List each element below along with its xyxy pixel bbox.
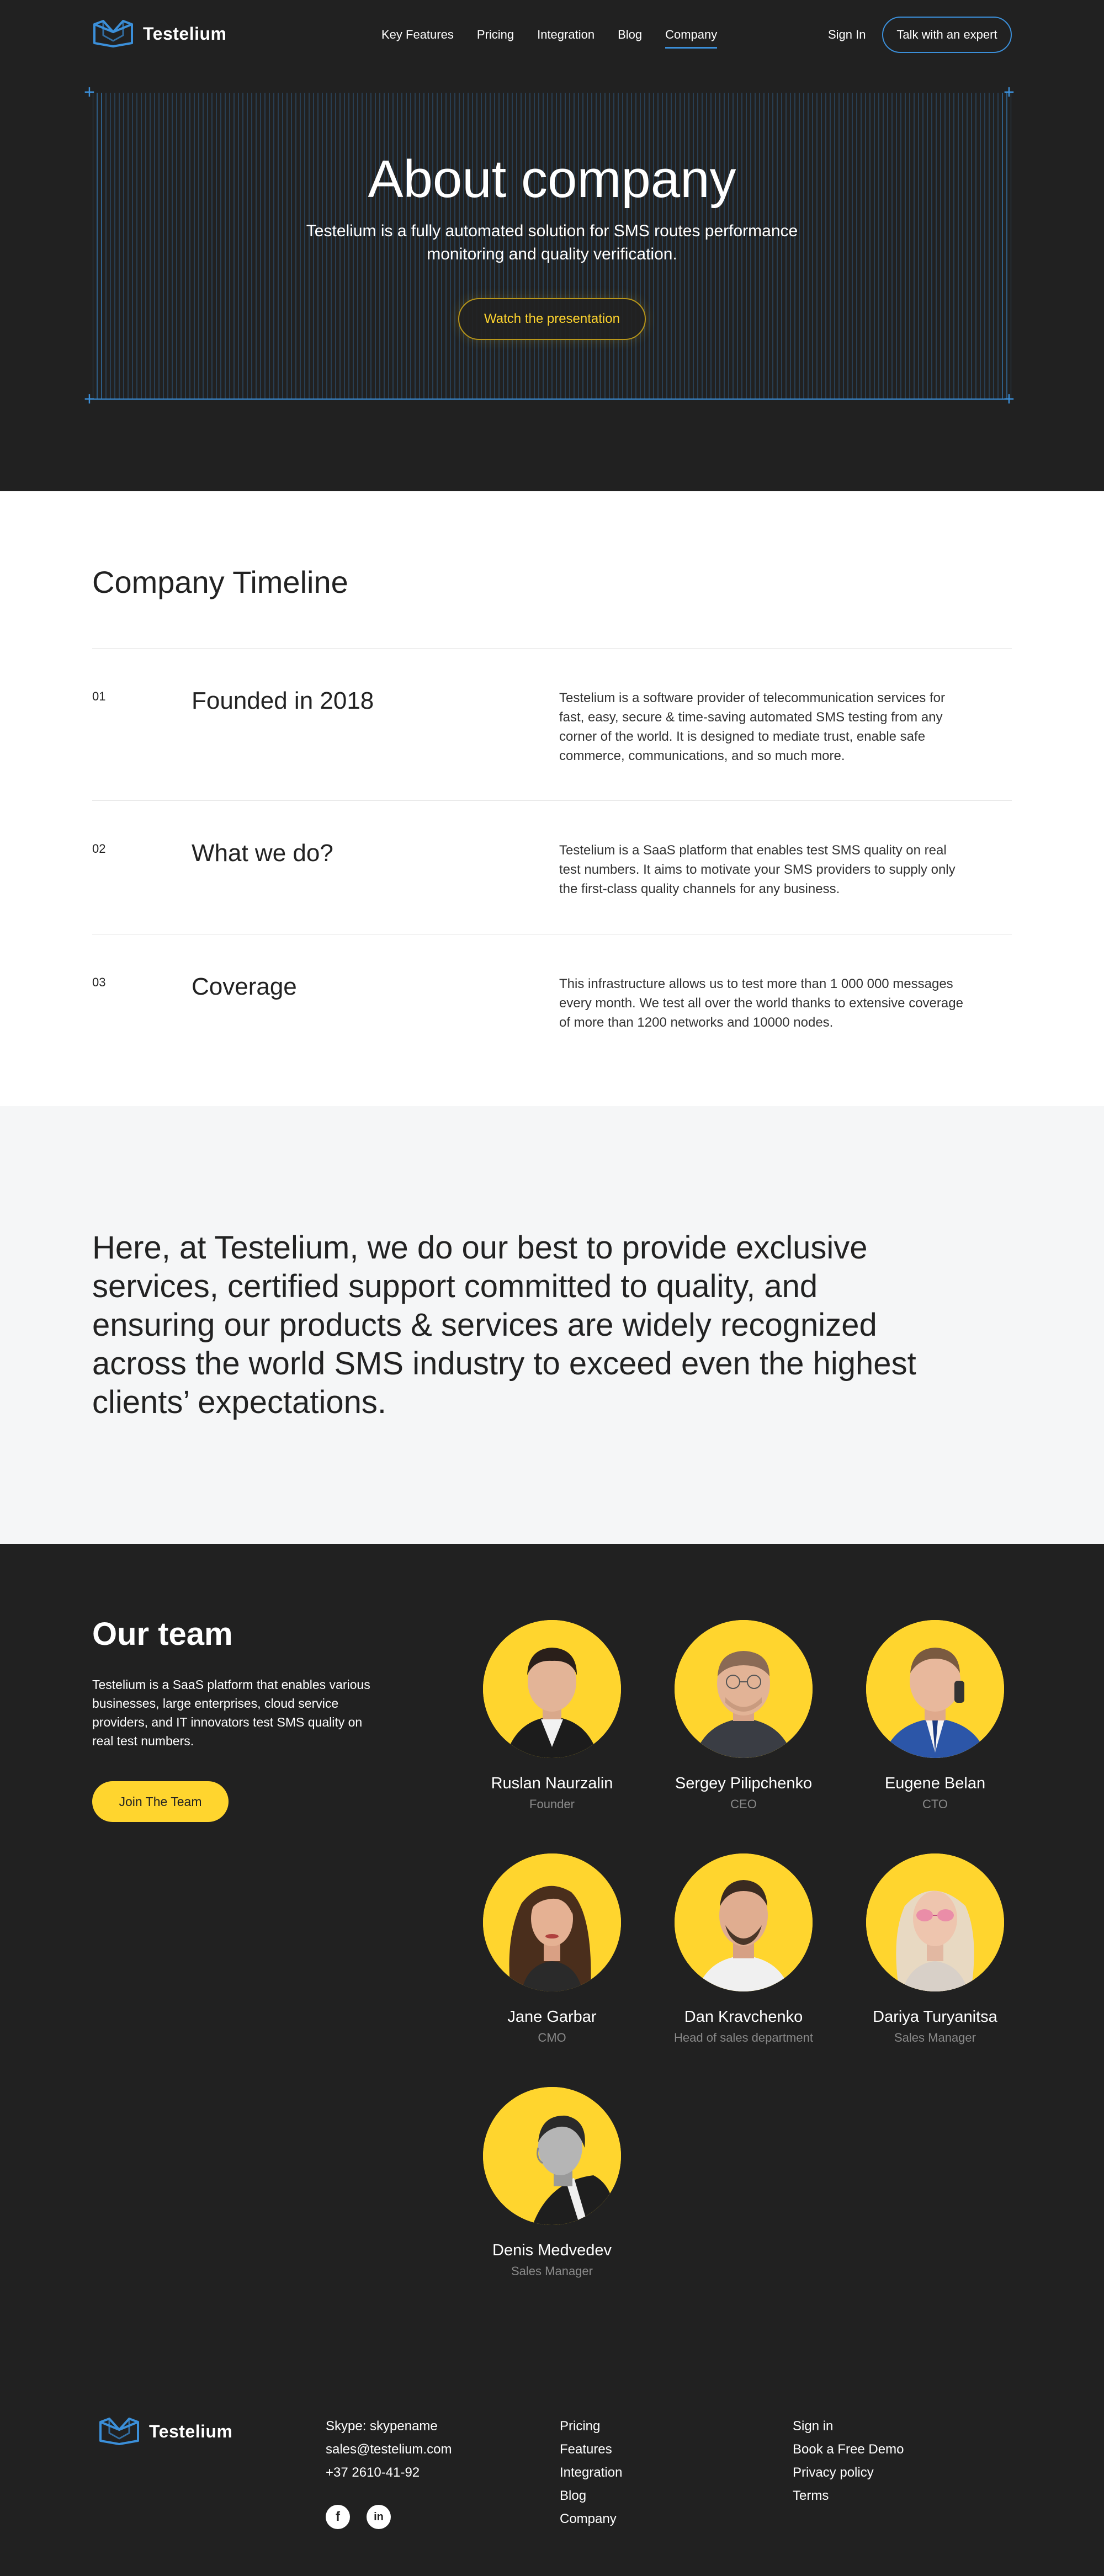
join-team-button[interactable]: Join The Team — [92, 1781, 229, 1822]
company-timeline-section: Company Timeline 01 Founded in 2018 Test… — [0, 491, 1104, 1106]
sign-in-link[interactable]: Sign In — [828, 28, 866, 42]
member-name: Denis Medvedev — [492, 2242, 612, 2259]
timeline-heading: What we do? — [192, 840, 333, 867]
footer-email-link[interactable]: sales@testelium.com — [326, 2442, 452, 2457]
page-title: About company — [368, 150, 736, 209]
footer-skype: Skype: skypename — [326, 2419, 438, 2434]
logo-icon — [99, 2418, 139, 2445]
mission-section: Here, at Testelium, we do our best to pr… — [0, 1106, 1104, 1544]
watch-presentation-button[interactable]: Watch the presentation — [458, 298, 646, 340]
member-name: Dariya Turyanitsa — [873, 2008, 997, 2026]
linkedin-icon[interactable]: in — [367, 2505, 391, 2529]
footer-link-features[interactable]: Features — [560, 2442, 622, 2457]
footer-link-terms[interactable]: Terms — [793, 2488, 904, 2504]
nav-company[interactable]: Company — [665, 28, 718, 49]
member-role: Founder — [529, 1797, 575, 1811]
footer-logo-text: Testelium — [149, 2421, 233, 2441]
footer-link-blog[interactable]: Blog — [560, 2488, 622, 2504]
corner-plus-icon: + — [84, 389, 95, 410]
footer-link-pricing[interactable]: Pricing — [560, 2419, 622, 2434]
member-role: CMO — [538, 2031, 566, 2044]
avatar — [866, 1620, 1004, 1758]
nav-key-features[interactable]: Key Features — [381, 28, 454, 49]
avatar — [866, 1853, 1004, 1991]
footer-link-company[interactable]: Company — [560, 2511, 622, 2527]
footer-link-sign-in[interactable]: Sign in — [793, 2419, 904, 2434]
avatar — [675, 1620, 813, 1758]
corner-plus-icon: + — [1004, 82, 1015, 103]
member-role: Sales Manager — [894, 2031, 976, 2044]
nav-blog[interactable]: Blog — [618, 28, 642, 49]
team-member-card: Eugene Belan CTO — [841, 1620, 1029, 1812]
facebook-icon[interactable]: f — [326, 2505, 350, 2529]
timeline-number: 02 — [92, 842, 106, 856]
timeline-text: Testelium is a SaaS platform that enable… — [559, 843, 956, 896]
nav-integration[interactable]: Integration — [537, 28, 595, 49]
timeline-number: 01 — [92, 689, 106, 703]
site-header: Testelium Key Features Pricing Integrati… — [92, 15, 1012, 55]
member-role: Sales Manager — [511, 2264, 593, 2278]
avatar — [675, 1853, 813, 1991]
footer-link-privacy[interactable]: Privacy policy — [793, 2465, 904, 2481]
team-title: Our team — [92, 1616, 233, 1652]
timeline-item: 01 Founded in 2018 Testelium is a softwa… — [92, 648, 1012, 800]
timeline-text: This infrastructure allows us to test mo… — [559, 976, 963, 1030]
member-name: Jane Garbar — [507, 2008, 597, 2026]
footer-logo[interactable]: Testelium — [98, 2416, 233, 2446]
social-links: f in — [326, 2505, 391, 2529]
member-role: CTO — [922, 1797, 948, 1811]
timeline-item: 03 Coverage This infrastructure allows u… — [92, 934, 1012, 1067]
hero-subtitle: Testelium is a fully automated solution … — [306, 222, 798, 263]
team-member-card: Jane Garbar CMO — [458, 1853, 646, 2045]
member-name: Ruslan Naurzalin — [491, 1775, 613, 1792]
footer-contacts: Skype: skypename sales@testelium.com +37… — [326, 2419, 452, 2481]
member-name: Dan Kravchenko — [684, 2008, 803, 2026]
timeline-title: Company Timeline — [92, 565, 348, 599]
mission-statement: Here, at Testelium, we do our best to pr… — [92, 1230, 916, 1420]
nav-pricing[interactable]: Pricing — [477, 28, 514, 49]
team-member-card: Dariya Turyanitsa Sales Manager — [841, 1853, 1029, 2045]
footer-phone[interactable]: +37 2610-41-92 — [326, 2465, 452, 2481]
team-member-card: Dan Kravchenko Head of sales department — [650, 1853, 837, 2045]
member-role: CEO — [730, 1797, 757, 1811]
main-nav: Key Features Pricing Integration Blog Co… — [381, 28, 718, 49]
avatar — [483, 1620, 621, 1758]
timeline-heading: Founded in 2018 — [192, 687, 374, 714]
logo-icon — [93, 20, 133, 47]
footer-link-demo[interactable]: Book a Free Demo — [793, 2442, 904, 2457]
corner-plus-icon: + — [84, 82, 95, 103]
timeline-number: 03 — [92, 975, 106, 989]
logo-text: Testelium — [143, 23, 227, 44]
team-member-card: Denis Medvedev Sales Manager — [458, 2087, 646, 2278]
team-member-card: Sergey Pilipchenko CEO — [650, 1620, 837, 1812]
team-description: Testelium is a SaaS platform that enable… — [92, 1677, 370, 1748]
footer-links-product: Pricing Features Integration Blog Compan… — [560, 2419, 622, 2527]
logo[interactable]: Testelium — [92, 19, 227, 49]
hero-section: Testelium Key Features Pricing Integrati… — [0, 0, 1104, 491]
avatar — [483, 2087, 621, 2225]
timeline-heading: Coverage — [192, 973, 297, 1000]
timeline-item: 02 What we do? Testelium is a SaaS platf… — [92, 800, 1012, 934]
avatar — [483, 1853, 621, 1991]
talk-with-expert-button[interactable]: Talk with an expert — [882, 17, 1012, 53]
site-footer: Testelium Skype: skypename sales@testeli… — [0, 2351, 1104, 2576]
timeline-text: Testelium is a software provider of tele… — [559, 691, 945, 763]
member-role: Head of sales department — [674, 2031, 813, 2044]
footer-link-integration[interactable]: Integration — [560, 2465, 622, 2481]
member-name: Eugene Belan — [884, 1775, 986, 1792]
footer-links-account: Sign in Book a Free Demo Privacy policy … — [793, 2419, 904, 2504]
member-name: Sergey Pilipchenko — [675, 1775, 813, 1792]
team-member-card: Ruslan Naurzalin Founder — [458, 1620, 646, 1812]
corner-plus-icon: + — [1004, 389, 1015, 410]
